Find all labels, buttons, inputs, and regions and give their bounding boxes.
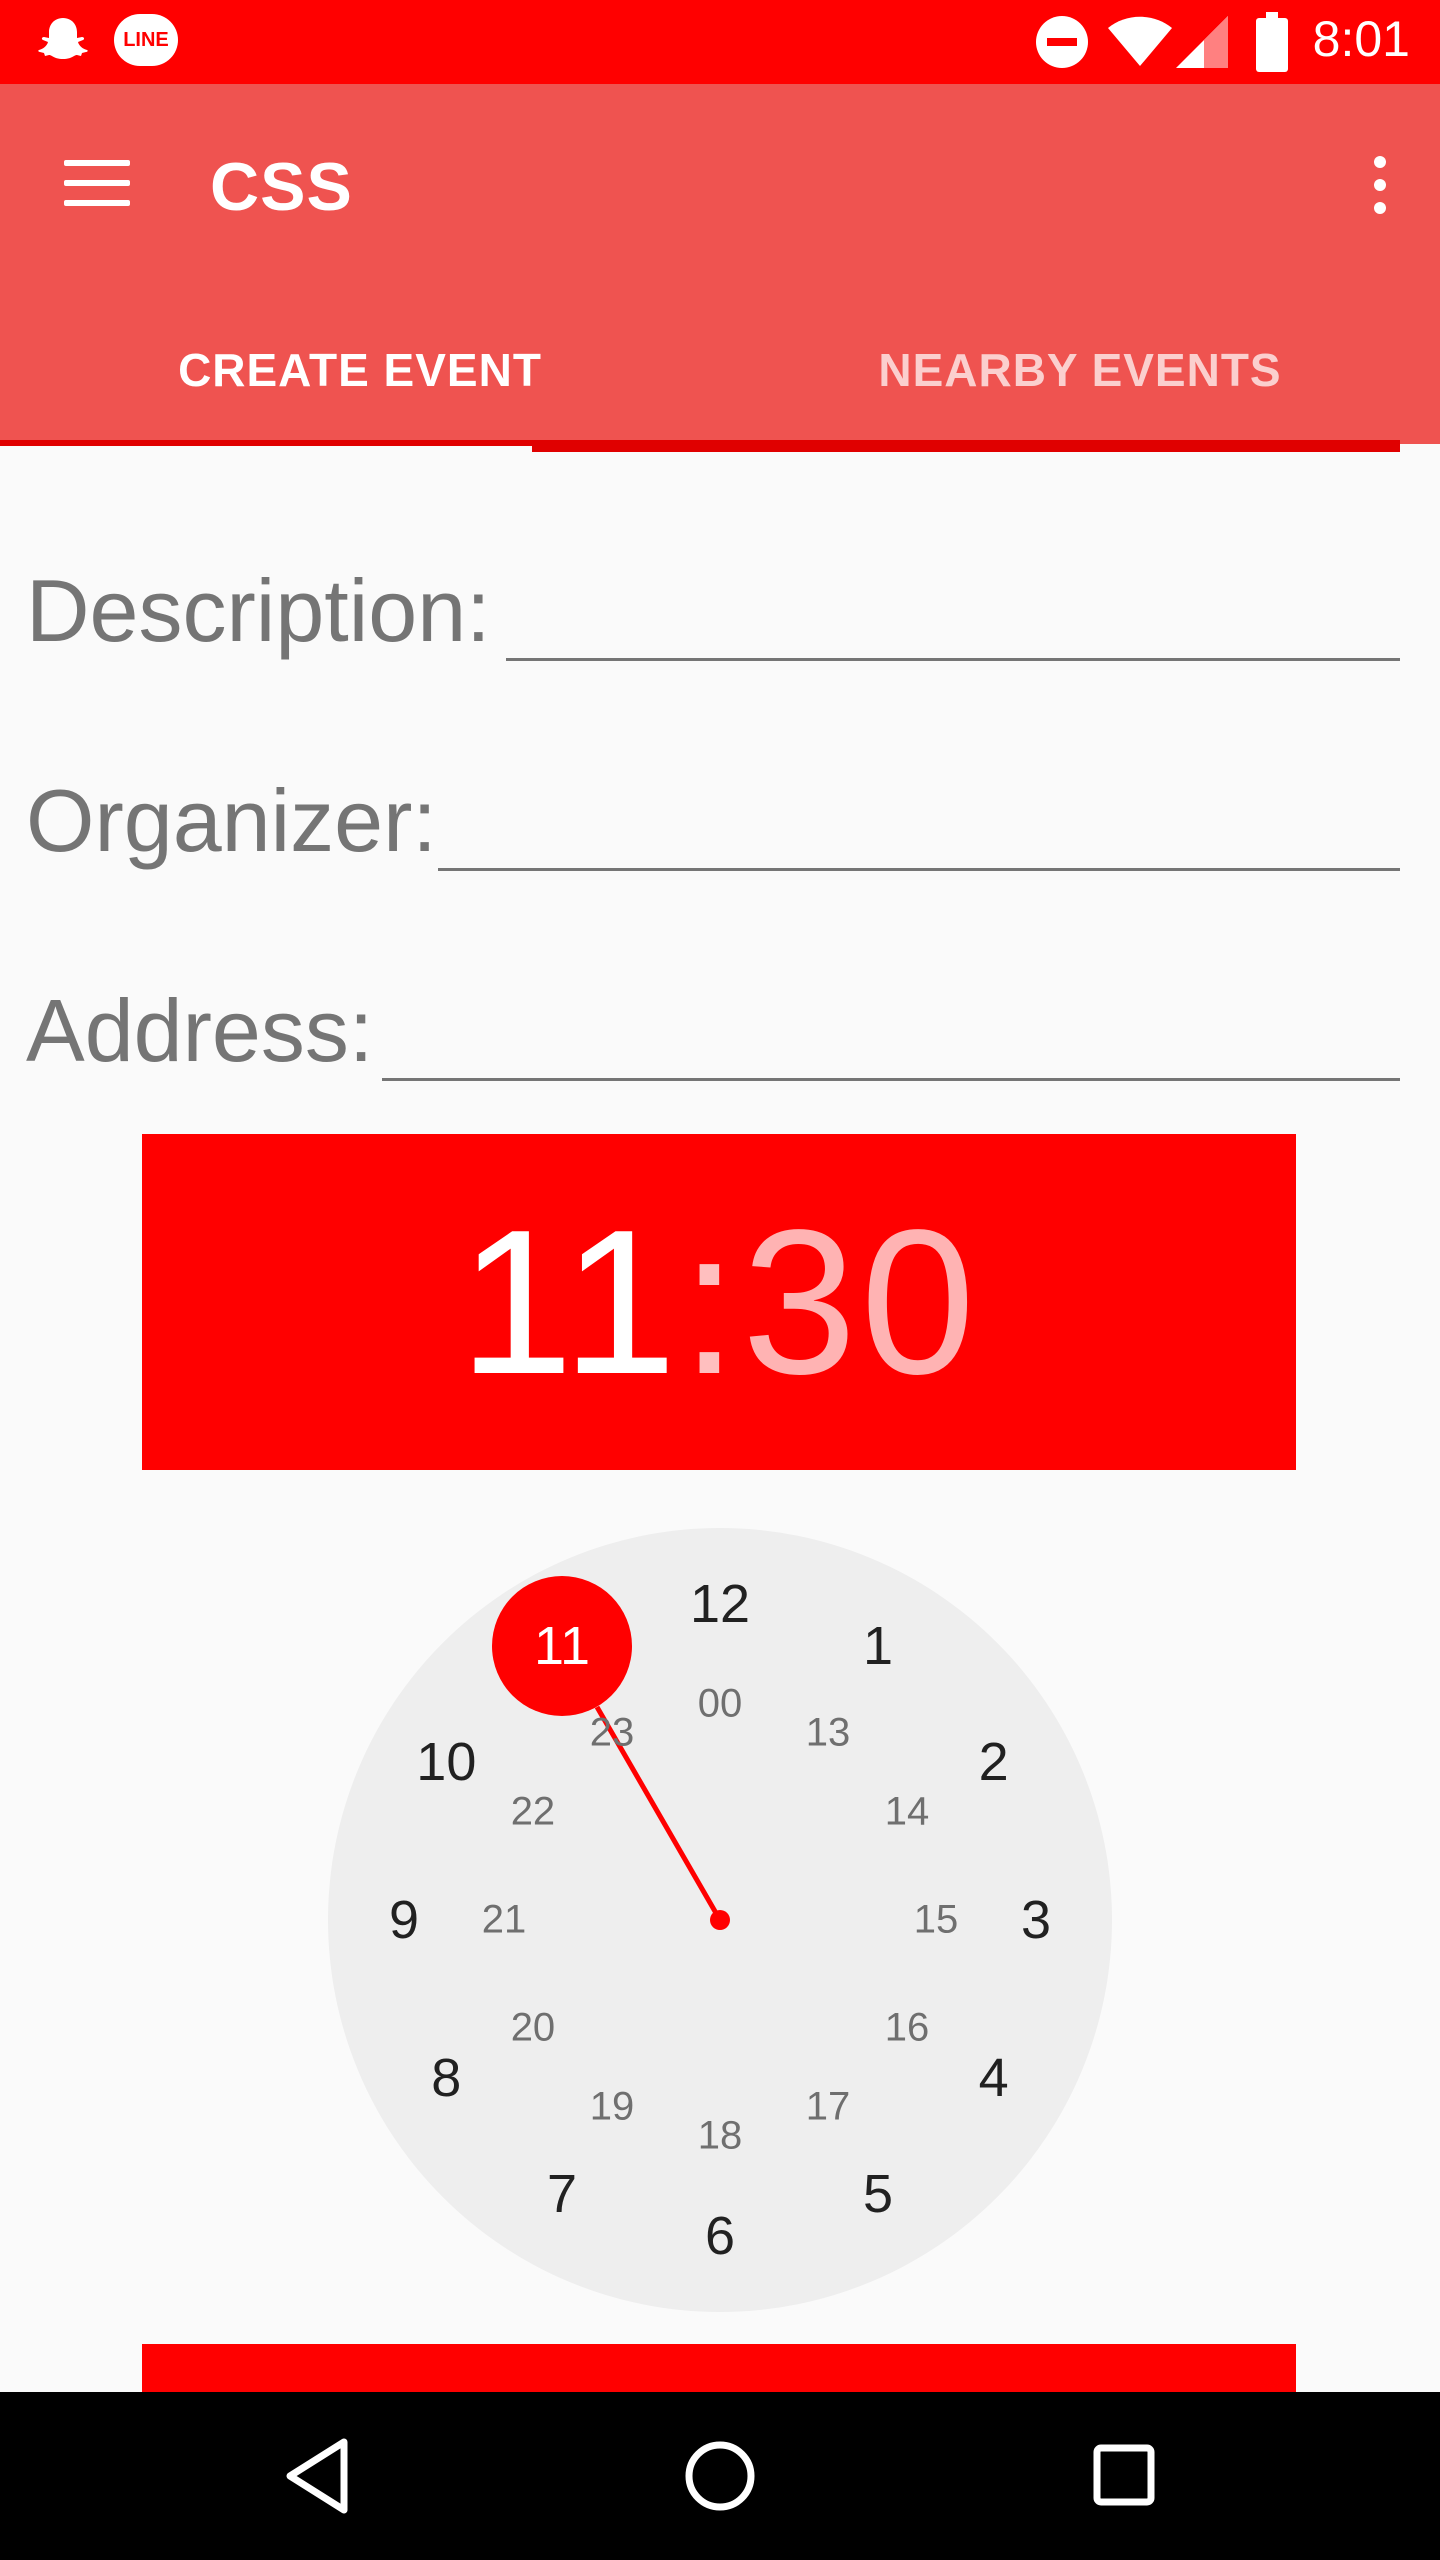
hour-inner-23[interactable]: 23 [590, 1710, 635, 1755]
overflow-menu-icon [1374, 156, 1386, 168]
back-icon[interactable] [266, 2426, 366, 2526]
home-icon[interactable] [670, 2426, 770, 2526]
navigation-bar [0, 2392, 1440, 2560]
hour-inner-15[interactable]: 15 [914, 1898, 959, 1943]
hour-inner-16[interactable]: 16 [885, 2006, 930, 2051]
menu-icon-bar [64, 200, 130, 206]
hour-outer-4[interactable]: 4 [979, 2047, 1009, 2109]
hour-display[interactable]: 11 [459, 1187, 681, 1417]
hour-outer-12[interactable]: 12 [690, 1573, 750, 1635]
hour-outer-2[interactable]: 2 [979, 1731, 1009, 1793]
tab-selected-indicator [532, 440, 1400, 452]
description-label: Description: [26, 561, 491, 660]
hour-inner-20[interactable]: 20 [511, 2006, 556, 2051]
hour-inner-22[interactable]: 22 [511, 1790, 556, 1835]
wifi-icon [1108, 16, 1172, 66]
status-time: 8:01 [1312, 11, 1410, 67]
minute-display[interactable]: 30 [742, 1187, 979, 1417]
hour-outer-6[interactable]: 6 [705, 2205, 735, 2267]
hour-inner-19[interactable]: 19 [590, 2085, 635, 2130]
hour-outer-10[interactable]: 10 [416, 1731, 476, 1793]
hour-inner-00[interactable]: 00 [698, 1682, 743, 1727]
do-not-disturb-icon [1036, 16, 1088, 68]
hour-outer-7[interactable]: 7 [547, 2163, 577, 2225]
hour-inner-17[interactable]: 17 [806, 2085, 851, 2130]
menu-button[interactable] [58, 150, 138, 214]
menu-icon [64, 160, 130, 166]
hour-inner-13[interactable]: 13 [806, 1710, 851, 1755]
snapchat-icon [38, 18, 88, 59]
hour-outer-5[interactable]: 5 [863, 2163, 893, 2225]
hour-inner-14[interactable]: 14 [885, 1790, 930, 1835]
clock-face[interactable]: 1212345678910110013141516171819202122231… [328, 1528, 1112, 2312]
overflow-menu-button[interactable] [1360, 150, 1400, 220]
clock-hand [594, 1705, 730, 1930]
overflow-dot [1374, 202, 1386, 214]
line-icon: LINE [114, 14, 178, 66]
address-label: Address: [26, 981, 374, 1080]
organizer-input[interactable] [438, 798, 1400, 871]
tab-nearby-events[interactable]: NEARBY EVENTS [720, 300, 1440, 440]
line-badge-text: LINE [123, 29, 169, 51]
tab-create-event[interactable]: CREATE EVENT [0, 300, 720, 440]
battery-icon [1256, 12, 1288, 72]
hour-inner-18[interactable]: 18 [698, 2114, 743, 2159]
selected-hour[interactable]: 11 [492, 1576, 632, 1717]
hour-outer-3[interactable]: 3 [1021, 1889, 1051, 1951]
organizer-label: Organizer: [26, 771, 437, 870]
time-display: 11:30 [142, 1134, 1296, 1470]
overflow-dot [1374, 179, 1386, 191]
time-separator: : [680, 1187, 742, 1417]
hour-inner-21[interactable]: 21 [482, 1898, 527, 1943]
description-input[interactable] [506, 588, 1400, 661]
confirm-button[interactable] [142, 2344, 1296, 2392]
status-bar: LINE 8:01 [0, 0, 1440, 84]
hour-outer-1[interactable]: 1 [863, 1615, 893, 1677]
app-title: CSS [210, 149, 353, 225]
hour-outer-9[interactable]: 9 [389, 1889, 419, 1951]
recents-icon[interactable] [1074, 2426, 1174, 2526]
clock-center-dot [710, 1910, 730, 1930]
address-input[interactable] [382, 1008, 1400, 1081]
signal-icon [1176, 16, 1228, 68]
hour-outer-8[interactable]: 8 [431, 2047, 461, 2109]
menu-icon-bar [64, 180, 130, 186]
